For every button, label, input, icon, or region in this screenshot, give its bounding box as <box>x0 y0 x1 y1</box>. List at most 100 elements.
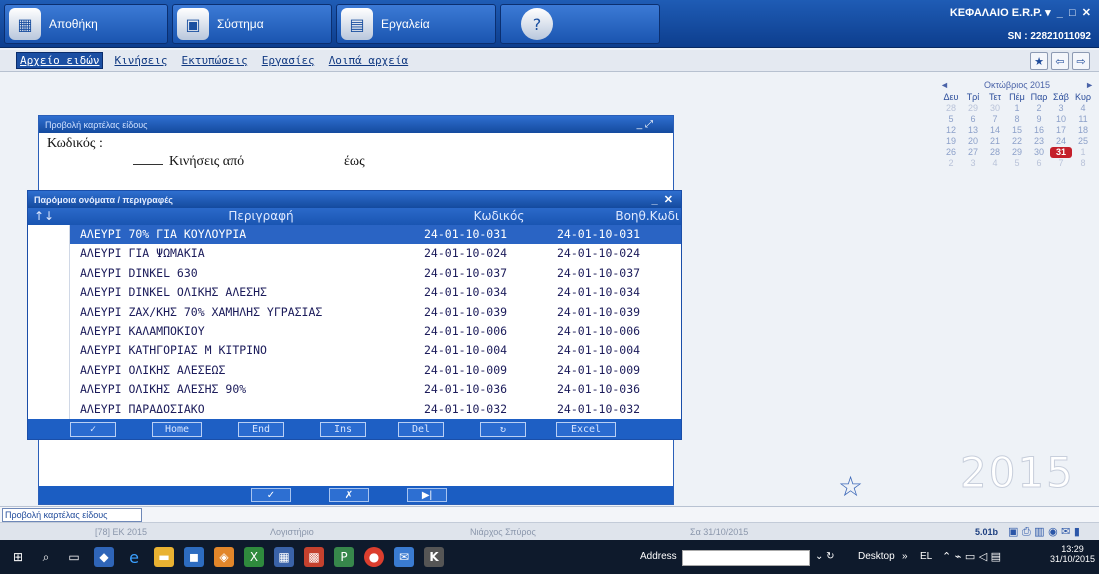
table-row[interactable]: ΑΛΕΥΡΙ 70% ΓΙΑ ΚΟΥΛΟΥΡΙΑ 24-01-10-031 24-0… <box>70 225 681 245</box>
calendar-day[interactable]: 14 <box>984 125 1006 136</box>
explorer-icon[interactable]: ▬ <box>154 547 174 567</box>
next-button[interactable]: ▶| <box>407 488 447 502</box>
calendar-day[interactable]: 24 <box>1050 136 1072 147</box>
calendar-day[interactable]: 19 <box>940 136 962 147</box>
app-icon-6[interactable]: ✉ <box>394 547 414 567</box>
table-row[interactable]: ΑΛΕΥΡΙ ΚΑΛΑΜΠΟΚΙΟΥ 24-01-10-006 24-01-10-0… <box>70 322 681 341</box>
table-row[interactable]: ΑΛΕΥΡΙ ΠΑΡΑΔΟΣΙΑΚΟ 24-01-10-032 24-01-10-0… <box>70 400 681 419</box>
table-row[interactable]: ΑΛΕΥΡΙ ΟΛΙΚΗΣ ΑΛΕΣΗΣ 90% 24-01-10-036 24-0… <box>70 380 681 399</box>
chrome-icon[interactable]: ● <box>364 547 384 567</box>
calendar-day[interactable]: 3 <box>1050 103 1072 114</box>
excel-button[interactable]: Excel <box>556 422 616 437</box>
menu-item-items-file[interactable]: Αρχείο ειδών <box>16 52 104 69</box>
app-icon-5[interactable]: P <box>334 547 354 567</box>
help-button[interactable]: ? <box>500 4 660 44</box>
calendar-day[interactable]: 31 <box>1050 147 1072 158</box>
calendar-day[interactable]: 22 <box>1006 136 1028 147</box>
prev-month-icon[interactable]: ◄ <box>940 80 949 90</box>
calendar-day[interactable]: 8 <box>1006 114 1028 125</box>
column-header-aux-code[interactable]: Βοηθ.Κωδι <box>546 209 681 223</box>
calendar-day[interactable]: 4 <box>1072 103 1094 114</box>
calendar-day[interactable]: 15 <box>1006 125 1028 136</box>
delete-button[interactable]: Del <box>398 422 444 437</box>
system-button[interactable]: ▣ Σύστημα <box>172 4 332 44</box>
window-controls[interactable]: _ ⤢ <box>637 119 653 130</box>
tray-icons[interactable]: ⌃ ⌁ ▭ ◁ ▤ <box>942 550 1001 563</box>
home-button[interactable]: Home <box>152 422 202 437</box>
refresh-button[interactable]: ↻ <box>480 422 526 437</box>
calendar-day[interactable]: 4 <box>984 158 1006 169</box>
favorite-star-icon[interactable]: ☆ <box>838 470 863 503</box>
clock[interactable]: 13:29 31/10/2015 <box>1050 544 1095 564</box>
calendar-day[interactable]: 5 <box>1006 158 1028 169</box>
column-header-code[interactable]: Κωδικός <box>454 209 544 223</box>
calendar-day[interactable]: 6 <box>962 114 984 125</box>
menu-item-tasks[interactable]: Εργασίες <box>259 53 318 68</box>
calendar-day[interactable]: 21 <box>984 136 1006 147</box>
confirm-button[interactable]: ✓ <box>251 488 291 502</box>
cancel-button[interactable]: ✗ <box>329 488 369 502</box>
erp-app-icon[interactable]: K <box>424 547 444 567</box>
dialog-window-controls[interactable]: _ ✕ <box>652 193 673 206</box>
calendar-day[interactable]: 30 <box>1028 147 1050 158</box>
address-input[interactable] <box>682 550 810 566</box>
calendar-day[interactable]: 5 <box>940 114 962 125</box>
insert-button[interactable]: Ins <box>320 422 366 437</box>
tools-button[interactable]: ▤ Εργαλεία <box>336 4 496 44</box>
calendar-day[interactable]: 9 <box>1028 114 1050 125</box>
table-row[interactable]: ΑΛΕΥΡΙ DINKEL ΟΛΙΚΗΣ ΑΛΕΣΗΣ 24-01-10-034 2… <box>70 283 681 302</box>
excel-icon[interactable]: X <box>244 547 264 567</box>
search-icon[interactable]: ⌕ <box>36 547 56 567</box>
menu-item-other-files[interactable]: Λοιπά αρχεία <box>326 53 411 68</box>
calendar-day[interactable]: 3 <box>962 158 984 169</box>
calendar-day[interactable]: 29 <box>962 103 984 114</box>
app-icon-1[interactable]: ◆ <box>94 547 114 567</box>
menu-item-movements[interactable]: Κινήσεις <box>111 53 170 68</box>
edge-icon[interactable]: e <box>124 547 144 567</box>
address-go-icon[interactable]: ⌄ ↻ <box>815 551 835 562</box>
menu-item-prints[interactable]: Εκτυπώσεις <box>178 53 250 68</box>
calendar-day[interactable]: 2 <box>1028 103 1050 114</box>
table-row[interactable]: ΑΛΕΥΡΙ ΚΑΤΗΓΟΡΙΑΣ Μ ΚΙΤΡΙΝΟ 24-01-10-004 2… <box>70 341 681 360</box>
calendar-day[interactable]: 16 <box>1028 125 1050 136</box>
language-indicator[interactable]: EL <box>920 551 932 562</box>
calendar-day[interactable]: 26 <box>940 147 962 158</box>
column-header-description[interactable]: Περιγραφή <box>70 209 452 223</box>
calendar-day[interactable]: 7 <box>1050 158 1072 169</box>
calendar-day[interactable]: 17 <box>1050 125 1072 136</box>
table-row[interactable]: ΑΛΕΥΡΙ DINKEL 630 24-01-10-037 24-01-10-03… <box>70 264 681 283</box>
calendar-day[interactable]: 8 <box>1072 158 1094 169</box>
calendar-day[interactable]: 23 <box>1028 136 1050 147</box>
calendar-day[interactable]: 1 <box>1006 103 1028 114</box>
forward-arrow-icon[interactable]: ⇨ <box>1072 52 1090 70</box>
calendar-day[interactable]: 28 <box>984 147 1006 158</box>
calendar-day[interactable]: 30 <box>984 103 1006 114</box>
app-icon-2[interactable]: ◈ <box>214 547 234 567</box>
favorites-star-icon[interactable]: ★ <box>1030 52 1048 70</box>
calendar-day[interactable]: 25 <box>1072 136 1094 147</box>
calendar-day[interactable]: 20 <box>962 136 984 147</box>
toolbar-expand-icon[interactable]: » <box>902 551 908 562</box>
calendar-day[interactable]: 6 <box>1028 158 1050 169</box>
calendar-day[interactable]: 7 <box>984 114 1006 125</box>
status-tab-item-card[interactable]: Προβολή καρτέλας είδους <box>2 508 142 522</box>
back-arrow-icon[interactable]: ⇦ <box>1051 52 1069 70</box>
table-row[interactable]: ΑΛΕΥΡΙ ΓΙΑ ΨΩΜΑΚΙΑ 24-01-10-024 24-01-10-0… <box>70 244 681 263</box>
task-view-icon[interactable]: ▭ <box>64 547 84 567</box>
app-icon-3[interactable]: ▦ <box>274 547 294 567</box>
desktop-label[interactable]: Desktop <box>858 551 895 562</box>
start-icon[interactable]: ⊞ <box>8 547 28 567</box>
calendar-day[interactable]: 10 <box>1050 114 1072 125</box>
calendar-day[interactable]: 28 <box>940 103 962 114</box>
warehouse-button[interactable]: ▦ Αποθήκη <box>4 4 168 44</box>
calendar-day[interactable]: 13 <box>962 125 984 136</box>
calendar-day[interactable]: 11 <box>1072 114 1094 125</box>
calendar-day[interactable]: 18 <box>1072 125 1094 136</box>
app-icon-4[interactable]: ▩ <box>304 547 324 567</box>
calendar-day[interactable]: 29 <box>1006 147 1028 158</box>
calendar-day[interactable]: 2 <box>940 158 962 169</box>
table-row[interactable]: ΑΛΕΥΡΙ ΟΛΙΚΗΣ ΑΛΕΣΕΩΣ 24-01-10-009 24-01-1… <box>70 361 681 380</box>
next-month-icon[interactable]: ► <box>1085 80 1094 90</box>
store-icon[interactable]: ◼ <box>184 547 204 567</box>
status-tool-icons[interactable]: ▣ ⎙ ▥ ◉ ✉ ▮ <box>1008 525 1080 539</box>
